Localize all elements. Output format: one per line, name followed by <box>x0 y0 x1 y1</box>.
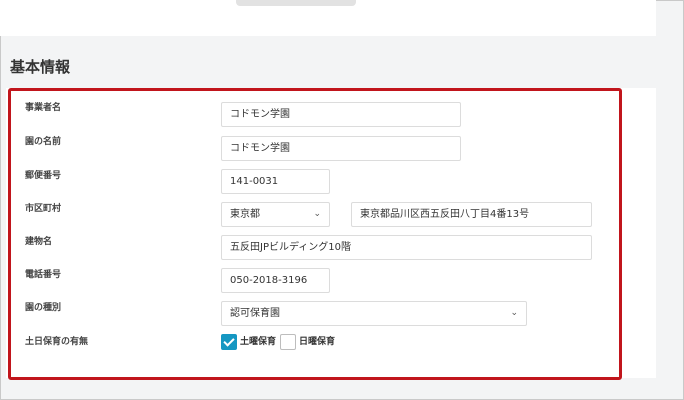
highlight-box <box>8 88 622 380</box>
top-card <box>0 0 656 36</box>
section-title: 基本情報 <box>10 58 71 76</box>
header-remnant <box>236 0 356 6</box>
